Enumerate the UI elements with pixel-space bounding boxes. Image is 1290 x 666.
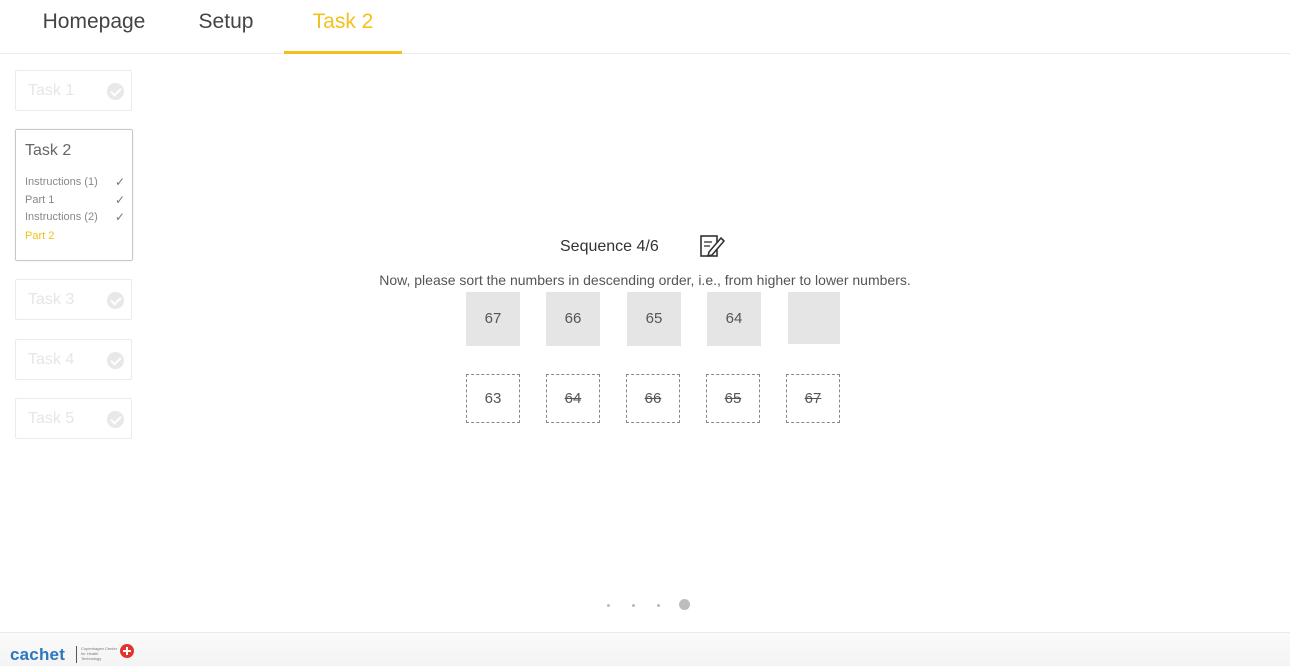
- task-label: Task 2: [25, 142, 72, 159]
- task-label: Task 3: [28, 291, 75, 308]
- task-label: Task 1: [28, 82, 75, 99]
- answer-slot-3[interactable]: 65: [627, 292, 681, 346]
- logo-subtext: Copenhagen Center for Health Technology: [81, 646, 118, 661]
- logo-divider: [76, 646, 77, 663]
- step-label: Instructions (2): [25, 211, 98, 223]
- step-label: Part 1: [25, 194, 55, 206]
- tab-setup[interactable]: Setup: [190, 0, 262, 54]
- answer-slot-2[interactable]: 66: [546, 292, 600, 346]
- sidebar-task-4[interactable]: Task 4: [15, 339, 132, 380]
- answer-slot-5-empty[interactable]: [788, 292, 840, 344]
- answer-slot-1[interactable]: 67: [466, 292, 520, 346]
- cachet-logo: cachet: [10, 645, 66, 664]
- checkmark-icon: ✓: [114, 193, 125, 207]
- tab-task-2[interactable]: Task 2: [284, 0, 402, 54]
- number-label: 64: [564, 390, 582, 407]
- step-label: Instructions (1): [25, 176, 98, 188]
- check-circle-icon: [107, 83, 124, 100]
- number-label: 67: [804, 390, 822, 407]
- task-label: Task 4: [28, 351, 75, 368]
- source-number[interactable]: 63: [466, 374, 520, 423]
- red-cross-icon: [120, 644, 134, 658]
- pager-dot[interactable]: [607, 604, 610, 607]
- edit-note-icon: [700, 235, 725, 257]
- number-label: 66: [644, 390, 662, 407]
- tab-homepage[interactable]: Homepage: [24, 0, 164, 54]
- step-instructions-2: Instructions (2) ✓: [25, 210, 131, 224]
- check-circle-icon: [107, 352, 124, 369]
- pager-dot[interactable]: [657, 604, 660, 607]
- sidebar-task-5[interactable]: Task 5: [15, 398, 132, 439]
- number-label: 65: [724, 390, 742, 407]
- pager-dot-active[interactable]: [679, 599, 690, 610]
- sidebar-task-1[interactable]: Task 1: [15, 70, 132, 111]
- sidebar-task-2-current[interactable]: Task 2 Instructions (1) ✓ Part 1 ✓ Instr…: [15, 129, 133, 261]
- source-number-used[interactable]: 65: [706, 374, 760, 423]
- step-part-1: Part 1 ✓: [25, 193, 131, 207]
- checkmark-icon: ✓: [114, 210, 125, 224]
- step-label: Part 2: [25, 230, 55, 242]
- source-number-used[interactable]: 67: [786, 374, 840, 423]
- instruction-text: Now, please sort the numbers in descendi…: [379, 272, 911, 288]
- answer-slot-4[interactable]: 64: [707, 292, 761, 346]
- footer: cachet Copenhagen Center for Health Tech…: [0, 632, 1290, 666]
- source-number-used[interactable]: 66: [626, 374, 680, 423]
- step-part-2-active: Part 2: [25, 230, 131, 242]
- sequence-title: Sequence 4/6: [560, 238, 659, 255]
- step-instructions-1: Instructions (1) ✓: [25, 175, 131, 189]
- source-number-used[interactable]: 64: [546, 374, 600, 423]
- checkmark-icon: ✓: [114, 175, 125, 189]
- check-circle-icon: [107, 292, 124, 309]
- pager-dot[interactable]: [632, 604, 635, 607]
- check-circle-icon: [107, 411, 124, 428]
- number-label: 63: [484, 390, 502, 407]
- task-label: Task 5: [28, 410, 75, 427]
- top-nav: Homepage Setup Task 2: [0, 0, 1290, 54]
